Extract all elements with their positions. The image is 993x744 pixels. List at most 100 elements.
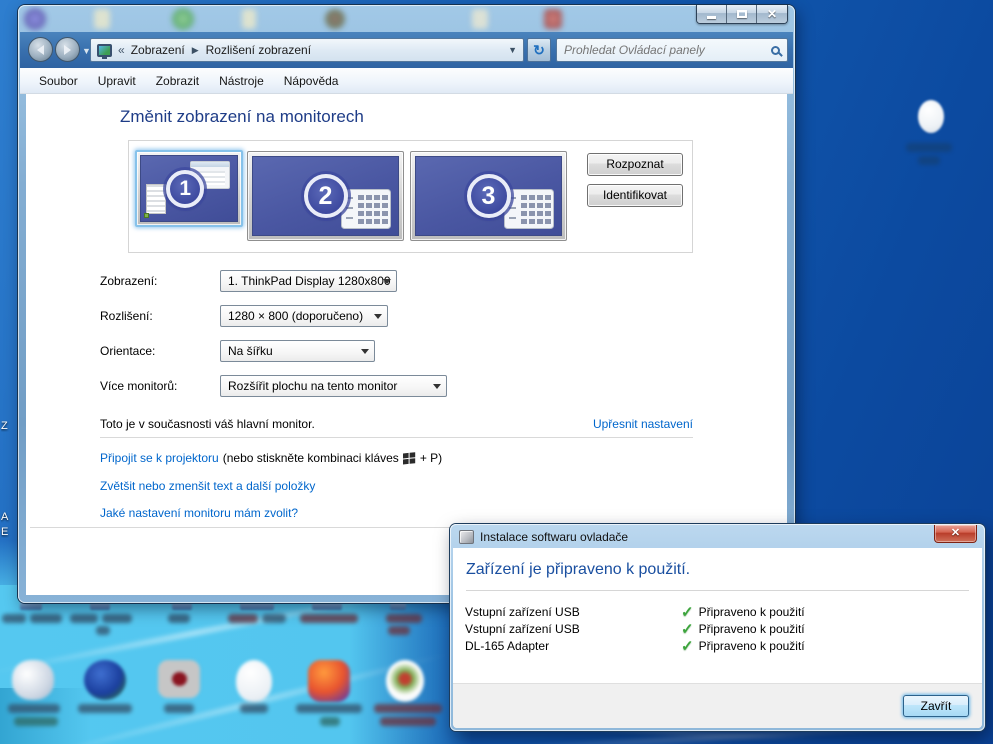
desktop-edge-label: Z	[1, 420, 11, 432]
dialog-titlebar[interactable]: Instalace softwaru ovladače	[452, 525, 983, 548]
refresh-icon: ↻	[533, 42, 545, 59]
detect-button[interactable]: Rozpoznat	[587, 153, 683, 176]
dialog-heading: Zařízení je připraveno k použití.	[466, 561, 690, 579]
menu-zobrazit[interactable]: Zobrazit	[146, 71, 209, 91]
check-icon: ✓	[681, 637, 694, 655]
zavrit-button[interactable]: Zavřít	[903, 695, 969, 717]
desktop-icon-label	[388, 626, 410, 635]
desktop-edge-label: E	[1, 526, 11, 538]
maximize-button[interactable]	[727, 5, 757, 23]
monitor-3-screen: 3	[415, 156, 562, 236]
desktop-icon-label	[906, 143, 952, 152]
menu-upravit[interactable]: Upravit	[88, 71, 146, 91]
minimize-icon	[707, 16, 716, 19]
close-button[interactable]: ✕	[757, 5, 787, 23]
search-input[interactable]	[564, 43, 765, 57]
device-row: DL-165 Adapter ✓ Připraveno k použití	[465, 637, 970, 655]
desktop-icon-label	[96, 626, 110, 635]
projector-row: Připojit se k projektoru (nebo stiskněte…	[100, 451, 442, 465]
forward-button[interactable]	[55, 37, 80, 62]
desktop-icon-label	[300, 614, 358, 623]
orientation-select[interactable]: Na šířku	[220, 340, 375, 362]
device-status: Připraveno k použití	[699, 605, 805, 619]
desktop-icon-label	[78, 704, 132, 713]
desktop-icon[interactable]	[236, 660, 272, 702]
monitor-3[interactable]: 3	[410, 151, 567, 241]
multiple-displays-select-value: Rozšířit plochu na tento monitor	[228, 379, 397, 393]
device-name: Vstupní zařízení USB	[465, 622, 681, 636]
resolution-select[interactable]: 1280 × 800 (doporučeno)	[220, 305, 388, 327]
glass-reflection-blob	[94, 9, 110, 29]
navigation-bar: ▼ « Zobrazení ▶ Rozlišení zobrazení ▼ ↻	[20, 32, 793, 68]
breadcrumb-collapse[interactable]: «	[118, 43, 125, 57]
desktop-icon-label	[386, 614, 422, 623]
glass-reflection-blob	[172, 8, 194, 30]
monitor-2[interactable]: 2	[247, 151, 404, 241]
monitor-2-screen: 2	[252, 156, 399, 236]
desktop-icon[interactable]	[12, 660, 54, 700]
breadcrumb-item-zobrazeni[interactable]: Zobrazení	[131, 43, 185, 57]
advanced-settings-link[interactable]: Upřesnit nastavení	[593, 417, 693, 431]
desktop-icon[interactable]	[386, 660, 424, 702]
device-status: Připraveno k použití	[699, 622, 805, 636]
wallpaper-cyan-fade	[0, 540, 20, 604]
device-row: Vstupní zařízení USB ✓ Připraveno k použ…	[465, 603, 970, 621]
monitor-arrangement-panel: 1	[128, 140, 693, 253]
check-icon: ✓	[681, 620, 694, 638]
desktop-icon-label	[70, 614, 98, 623]
glass-reflection-blob	[242, 9, 256, 29]
dialog-close-button[interactable]: ✕	[934, 525, 977, 543]
desktop-icon-label	[380, 717, 436, 726]
dialog-title: Instalace softwaru ovladače	[480, 530, 628, 544]
monitor-thumbnail-document	[146, 184, 166, 214]
desktop-icon-label	[8, 704, 60, 713]
display-select-value: 1. ThinkPad Display 1280x800	[228, 274, 391, 288]
address-bar[interactable]: « Zobrazení ▶ Rozlišení zobrazení ▼	[90, 38, 524, 62]
resolution-field-label: Rozlišení:	[100, 309, 153, 323]
monitor-1-selected[interactable]: 1	[135, 150, 243, 227]
menu-soubor[interactable]: Soubor	[29, 71, 88, 91]
back-icon	[37, 45, 44, 55]
breadcrumb-item-rozliseni[interactable]: Rozlišení zobrazení	[206, 43, 311, 57]
menu-napoveda[interactable]: Nápověda	[274, 71, 349, 91]
desktop-icon-label	[262, 614, 286, 623]
windows-key-icon	[403, 452, 416, 465]
connect-projector-link[interactable]: Připojit se k projektoru	[100, 451, 219, 465]
chevron-down-icon	[433, 384, 441, 389]
chevron-down-icon	[374, 314, 382, 319]
projector-shortcut-text: (nebo stiskněte kombinaci kláves	[223, 451, 399, 465]
menu-nastroje[interactable]: Nástroje	[209, 71, 274, 91]
resolution-select-value: 1280 × 800 (doporučeno)	[228, 309, 363, 323]
back-button[interactable]	[28, 37, 53, 62]
monitor-number-badge: 3	[467, 174, 511, 218]
menu-bar: Soubor Upravit Zobrazit Nástroje Nápověd…	[20, 68, 793, 94]
desktop-icon-label	[164, 704, 194, 713]
projector-shortcut-key-text: + P)	[420, 451, 442, 465]
monitor-help-link[interactable]: Jaké nastavení monitoru mám zvolit?	[100, 506, 298, 520]
device-name: Vstupní zařízení USB	[465, 605, 681, 619]
desktop-icon[interactable]	[158, 660, 200, 698]
desktop-icon-label	[296, 704, 362, 713]
close-icon: ✕	[767, 8, 777, 20]
multiple-displays-select[interactable]: Rozšířit plochu na tento monitor	[220, 375, 447, 397]
resize-text-link[interactable]: Zvětšit nebo zmenšit text a další položk…	[100, 479, 315, 493]
search-icon[interactable]	[771, 46, 780, 55]
chevron-down-icon	[361, 349, 369, 354]
desktop-icon-label	[168, 614, 190, 623]
desktop-icon[interactable]	[308, 660, 350, 702]
desktop-icon[interactable]	[84, 660, 126, 700]
refresh-button[interactable]: ↻	[527, 38, 551, 62]
window-titlebar[interactable]	[20, 6, 793, 32]
multiple-displays-field-label: Více monitorů:	[100, 379, 177, 393]
forward-icon	[64, 45, 71, 55]
display-select[interactable]: 1. ThinkPad Display 1280x800	[220, 270, 397, 292]
desktop-icon[interactable]	[918, 100, 944, 133]
monitor-number-badge: 1	[166, 170, 204, 208]
minimize-button[interactable]	[697, 5, 727, 23]
monitor-thumbnail-start-icon	[144, 213, 149, 218]
identify-button[interactable]: Identifikovat	[587, 184, 683, 207]
desktop-icon-label	[228, 614, 258, 623]
chevron-down-icon	[383, 279, 391, 284]
driver-package-icon	[459, 530, 474, 544]
address-dropdown-icon[interactable]: ▼	[508, 45, 517, 55]
